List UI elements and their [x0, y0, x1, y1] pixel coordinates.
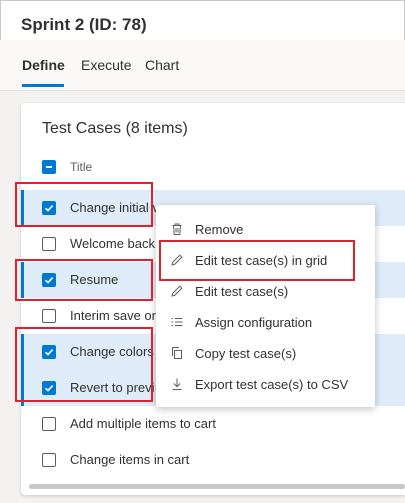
highlight-box [15, 259, 153, 301]
tab-execute[interactable]: Execute [81, 57, 132, 73]
page-title: Sprint 2 (ID: 78) [21, 15, 147, 34]
tab-define[interactable]: Define [22, 57, 65, 73]
row-checkbox[interactable] [42, 237, 56, 251]
menu-item-label: Edit test case(s) [195, 284, 289, 299]
download-icon [170, 377, 184, 391]
tab-chart[interactable]: Chart [145, 57, 179, 73]
tab-bar: Define Execute Chart [0, 40, 405, 91]
highlight-box [15, 182, 153, 227]
horizontal-scrollbar[interactable] [29, 484, 405, 489]
table-row[interactable]: Add multiple items to cart [21, 406, 405, 442]
row-checkbox[interactable] [42, 309, 56, 323]
menu-item-label: Export test case(s) to CSV [195, 377, 349, 392]
highlight-box [159, 240, 355, 281]
test-case-title: Welcome back [70, 236, 156, 251]
test-case-title: Interim save or [70, 308, 156, 323]
menu-item-label: Assign configuration [195, 315, 313, 330]
table-row[interactable]: Change items in cart [21, 442, 405, 478]
menu-item-label: Copy test case(s) [195, 346, 297, 361]
test-case-title: Change items in cart [70, 452, 190, 467]
column-header-title[interactable]: Title [70, 160, 92, 174]
copy-icon [170, 346, 184, 360]
row-checkbox[interactable] [42, 453, 56, 467]
row-checkbox[interactable] [42, 417, 56, 431]
context-menu: Remove Edit test case(s) in grid Edit te… [156, 205, 375, 407]
menu-item-assign-configuration[interactable]: Assign configuration [156, 307, 375, 338]
highlight-box [15, 327, 153, 402]
select-all-checkbox[interactable] [42, 160, 56, 174]
trash-icon [170, 222, 184, 236]
menu-item-copy[interactable]: Copy test case(s) [156, 338, 375, 369]
menu-item-label: Remove [195, 222, 244, 237]
active-tab-indicator [22, 84, 64, 87]
menu-item-export-csv[interactable]: Export test case(s) to CSV [156, 369, 375, 400]
panel-title: Test Cases (8 items) [42, 120, 188, 137]
test-case-title: Add multiple items to cart [70, 416, 216, 431]
pencil-icon [170, 284, 184, 298]
list-icon [170, 315, 184, 329]
